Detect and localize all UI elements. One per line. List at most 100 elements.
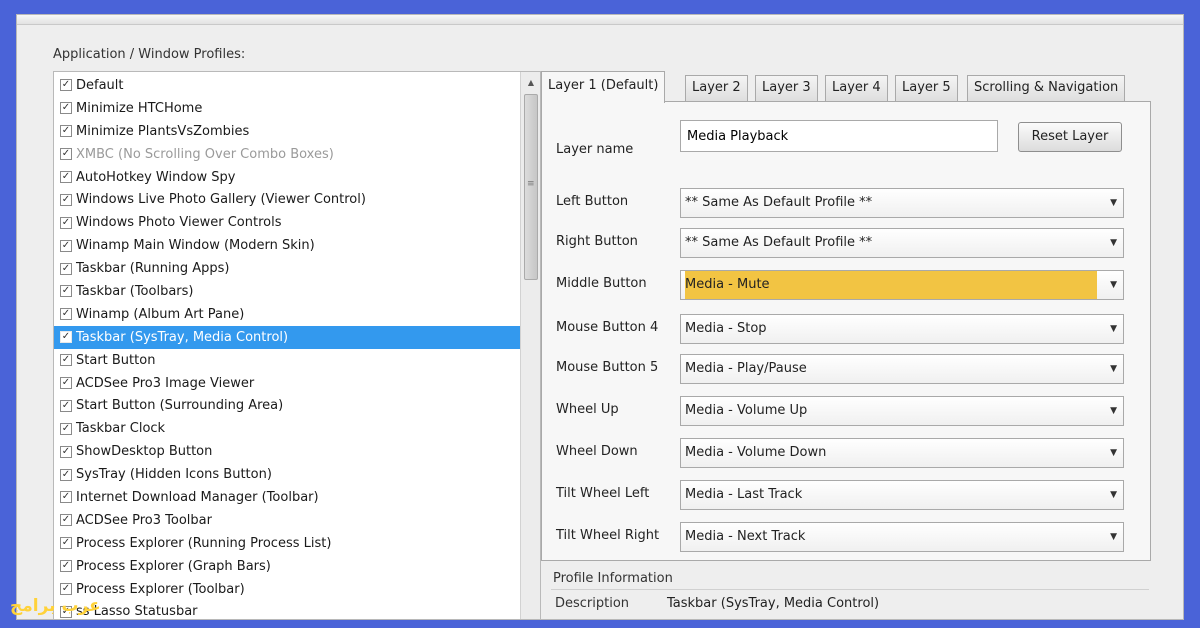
field-label: Wheel Up — [556, 402, 619, 417]
checkbox[interactable]: ✓ — [60, 102, 72, 115]
chevron-down-icon[interactable]: ▼ — [1110, 229, 1117, 257]
profile-list-item[interactable]: ✓ Winamp (Album Art Pane) — [54, 303, 520, 326]
profile-list-item[interactable]: ✓ Default — [54, 74, 520, 97]
profile-list-item[interactable]: ✓ Internet Download Manager (Toolbar) — [54, 486, 520, 509]
checkbox[interactable]: ✓ — [60, 491, 72, 504]
checkbox[interactable]: ✓ — [60, 468, 72, 481]
scroll-thumb[interactable]: ≡ — [524, 94, 538, 280]
checkbox[interactable]: ✓ — [60, 399, 72, 412]
tab-layer-4[interactable]: Layer 4 — [825, 75, 888, 101]
action-select[interactable]: Media - Volume Up ▼ — [680, 396, 1124, 426]
profile-label: Taskbar (SysTray, Media Control) — [76, 329, 289, 345]
profile-list-item[interactable]: ✓ Process Explorer (Graph Bars) — [54, 555, 520, 578]
grip-icon: ≡ — [527, 179, 535, 189]
tab-layer-2[interactable]: Layer 2 — [685, 75, 748, 101]
checkbox[interactable]: ✓ — [60, 377, 72, 390]
profile-list-item[interactable]: ✓ Windows Photo Viewer Controls — [54, 211, 520, 234]
checkbox[interactable]: ✓ — [60, 79, 72, 92]
chevron-down-icon[interactable]: ▼ — [1110, 271, 1117, 299]
tab-layer-6[interactable]: Scrolling & Navigation — [967, 75, 1126, 101]
checkbox[interactable]: ✓ — [60, 422, 72, 435]
profile-label: Winamp (Album Art Pane) — [76, 306, 245, 322]
chevron-down-icon[interactable]: ▼ — [1110, 523, 1117, 551]
field-label: Left Button — [556, 194, 629, 209]
checkbox[interactable]: ✓ — [60, 216, 72, 229]
checkbox[interactable]: ✓ — [60, 193, 72, 206]
select-value: Media - Stop — [685, 321, 767, 336]
tab-layer-1[interactable]: Layer 1 (Default) — [541, 71, 666, 103]
checkbox[interactable]: ✓ — [60, 583, 72, 596]
field-label: Wheel Down — [556, 444, 638, 459]
action-select[interactable]: ** Same As Default Profile ** ▼ — [680, 228, 1124, 258]
checkbox[interactable]: ✓ — [60, 560, 72, 573]
profile-list-item[interactable]: ✓ SysTray (Hidden Icons Button) — [54, 463, 520, 486]
checkbox[interactable]: ✓ — [60, 445, 72, 458]
profile-list-item[interactable]: ✓ Taskbar (Toolbars) — [54, 280, 520, 303]
profile-label: Minimize PlantsVsZombies — [76, 123, 250, 139]
profile-list-item[interactable]: ✓ Minimize PlantsVsZombies — [54, 120, 520, 143]
profile-list-scrollbar[interactable]: ▲ ≡ — [520, 72, 540, 619]
profile-list-item[interactable]: ✓ Taskbar (Running Apps) — [54, 257, 520, 280]
tab-layer-3[interactable]: Layer 3 — [755, 75, 818, 101]
checkbox[interactable]: ✓ — [60, 171, 72, 183]
field-label: Mouse Button 4 — [556, 320, 659, 335]
action-select[interactable]: Media - Next Track ▼ — [680, 522, 1124, 552]
action-select[interactable]: Media - Play/Pause ▼ — [680, 354, 1124, 384]
tab-layer-5[interactable]: Layer 5 — [895, 75, 958, 101]
layer-name-input[interactable] — [680, 120, 998, 152]
window-top-edge — [17, 15, 1183, 25]
checkbox[interactable]: ✓ — [60, 514, 72, 527]
select-value: Media - Play/Pause — [685, 361, 807, 376]
action-select[interactable]: Media - Mute ▼ — [680, 270, 1124, 300]
select-value: ** Same As Default Profile ** — [685, 195, 873, 210]
profile-list-item[interactable]: ✓ ACDSee Pro3 Image Viewer — [54, 372, 520, 395]
reset-layer-button[interactable]: Reset Layer — [1018, 122, 1122, 152]
profile-label: ACDSee Pro3 Toolbar — [76, 512, 212, 528]
profile-list-item[interactable]: ✓ Process Explorer (Toolbar) — [54, 578, 520, 601]
checkbox[interactable]: ✓ — [60, 331, 72, 344]
action-select[interactable]: Media - Stop ▼ — [680, 314, 1124, 344]
profile-list-item[interactable]: ✓ Winamp Main Window (Modern Skin) — [54, 234, 520, 257]
action-select[interactable]: Media - Last Track ▼ — [680, 480, 1124, 510]
profile-label: Minimize HTCHome — [76, 100, 203, 116]
profile-list-item[interactable]: ✓ Start Button — [54, 349, 520, 372]
field-label: Tilt Wheel Left — [556, 486, 650, 501]
chevron-down-icon[interactable]: ▼ — [1110, 397, 1117, 425]
profile-label: Start Button — [76, 352, 156, 368]
chevron-down-icon[interactable]: ▼ — [1110, 355, 1117, 383]
checkbox[interactable]: ✓ — [60, 125, 72, 138]
profile-list-item[interactable]: ✓ XMBC (No Scrolling Over Combo Boxes) — [54, 143, 520, 166]
profile-list-item[interactable]: ✓ AutoHotkey Window Spy — [54, 166, 520, 189]
chevron-down-icon[interactable]: ▼ — [1110, 481, 1117, 509]
action-select[interactable]: ** Same As Default Profile ** ▼ — [680, 188, 1124, 218]
profile-label: Windows Live Photo Gallery (Viewer Contr… — [76, 192, 366, 208]
profiles-group-title: Application / Window Profiles: — [53, 47, 246, 62]
profile-list-item[interactable]: ✓ Minimize HTCHome — [54, 97, 520, 120]
checkbox[interactable]: ✓ — [60, 239, 72, 252]
checkbox[interactable]: ✓ — [60, 262, 72, 275]
profile-list-item[interactable]: ✓ Taskbar Clock — [54, 417, 520, 440]
chevron-down-icon[interactable]: ▼ — [1110, 315, 1117, 343]
profile-list-item[interactable]: ✓ ShowDesktop Button — [54, 440, 520, 463]
checkbox[interactable]: ✓ — [60, 148, 72, 161]
scroll-up-arrow-icon[interactable]: ▲ — [521, 74, 540, 92]
profile-info-title: Profile Information — [553, 571, 673, 586]
checkbox[interactable]: ✓ — [60, 285, 72, 298]
profile-list-item[interactable]: ✓ Process Explorer (Running Process List) — [54, 532, 520, 555]
profile-list-item[interactable]: ✓ Taskbar (SysTray, Media Control) — [54, 325, 520, 349]
profile-list[interactable]: ✓ Default ✓ Minimize HTCHome ✓ Minimize Plant… — [53, 71, 541, 619]
checkbox[interactable]: ✓ — [60, 537, 72, 550]
profile-label: ShowDesktop Button — [76, 444, 213, 460]
profile-list-item[interactable]: ✓ Start Button (Surrounding Area) — [54, 394, 520, 417]
checkbox[interactable]: ✓ — [60, 308, 72, 321]
select-value: ** Same As Default Profile ** — [685, 235, 873, 250]
chevron-down-icon[interactable]: ▼ — [1110, 439, 1117, 467]
profile-list-item[interactable]: ✓ ss Lasso Statusbar — [54, 600, 520, 619]
action-select[interactable]: Media - Volume Down ▼ — [680, 438, 1124, 468]
select-value: Media - Last Track — [685, 487, 803, 502]
checkbox[interactable]: ✓ — [60, 354, 72, 367]
profile-list-item[interactable]: ✓ Windows Live Photo Gallery (Viewer Cont… — [54, 188, 520, 211]
profile-list-item[interactable]: ✓ ACDSee Pro3 Toolbar — [54, 509, 520, 532]
chevron-down-icon[interactable]: ▼ — [1110, 189, 1117, 217]
field-label: Mouse Button 5 — [556, 360, 659, 375]
